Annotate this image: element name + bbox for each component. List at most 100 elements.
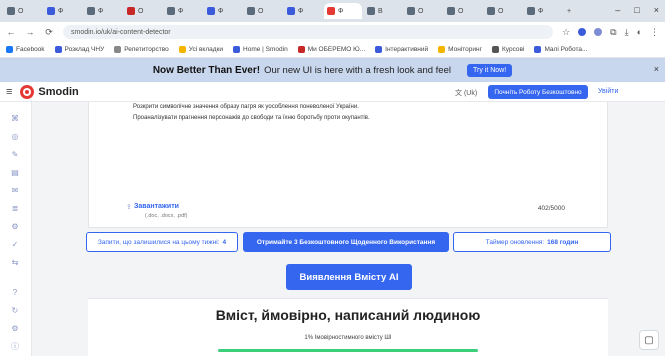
bookmark[interactable]: Facebook: [6, 46, 45, 53]
browser-tab-strip: О Ф Ф О Ф Ф О Ф Ф В О О О Ф +: [0, 0, 665, 22]
free-daily-uses-button[interactable]: Отримайте 3 Безкоштовного Щоденного Вико…: [243, 232, 449, 252]
bookmark-icon: [54, 46, 62, 53]
tab-favicon-icon: [87, 7, 95, 15]
tab-favicon-icon: [47, 7, 55, 15]
extension-icon[interactable]: [594, 28, 603, 36]
tab-favicon-icon: [487, 7, 495, 15]
hamburger-menu-icon[interactable]: ≡: [6, 86, 12, 98]
smodin-logo-icon[interactable]: [20, 84, 35, 99]
settings-tool-icon[interactable]: ⚙: [10, 324, 20, 334]
bookmark[interactable]: Курсові: [492, 46, 524, 53]
window-controls: – □ ×: [615, 5, 659, 15]
tab-favicon-icon: [367, 7, 375, 15]
browser-extensions: ☆ ⧉ ⤓ ◐ ⋮: [562, 27, 659, 38]
browser-tab[interactable]: Ф: [164, 3, 202, 19]
rewrite-tool-icon[interactable]: ⌘: [10, 114, 20, 124]
try-now-button[interactable]: Try it Now!: [467, 63, 513, 77]
writer-tool-icon[interactable]: ✎: [10, 150, 20, 160]
get-started-button[interactable]: Почніть Роботу Безкоштовно: [488, 85, 588, 99]
tab-favicon-icon: [7, 7, 15, 15]
browser-tab[interactable]: Ф: [204, 3, 242, 19]
new-tab-button[interactable]: +: [564, 3, 602, 19]
document-tool-icon[interactable]: ▤: [10, 168, 20, 178]
browser-tab[interactable]: В: [364, 3, 402, 19]
url-field[interactable]: smodin.io/uk/ai-content-detector: [63, 25, 554, 39]
result-title: Вміст, ймовірно, написаний людиною: [215, 307, 481, 323]
maximize-button[interactable]: □: [634, 5, 639, 15]
bookmark-icon: [178, 46, 186, 53]
reload-icon[interactable]: ⟳: [44, 27, 54, 38]
puzzle-icon[interactable]: ⧉: [610, 27, 616, 38]
tab-favicon-icon: [327, 7, 335, 15]
minimize-button[interactable]: –: [615, 5, 620, 15]
detect-ai-content-button[interactable]: Виявлення Вмісту AI: [286, 264, 412, 290]
bookmarks-bar: Facebook Розклад ЧНУ Репетиторство Усі в…: [0, 42, 665, 58]
grader-tool-icon[interactable]: ✓: [10, 240, 20, 250]
plagiarism-tool-icon[interactable]: ◎: [10, 132, 20, 142]
download-icon[interactable]: ⤓: [625, 27, 629, 38]
bookmark[interactable]: Репетиторство: [114, 46, 169, 53]
browser-tab[interactable]: О: [4, 3, 42, 19]
profile-icon[interactable]: ◐: [637, 27, 642, 37]
back-icon[interactable]: ←: [6, 27, 16, 37]
bookmark[interactable]: Моніторинг: [438, 46, 482, 53]
language-selector[interactable]: 文 (Uk): [455, 88, 477, 98]
banner-subtext: Our new UI is here with a fresh look and…: [264, 64, 451, 76]
ai-detector-tool-icon[interactable]: ⚙: [10, 222, 20, 232]
text-editor-panel[interactable]: Розкрити символічне значення образу пагр…: [88, 102, 608, 228]
browser-tab[interactable]: О: [404, 3, 442, 19]
bookmark-icon: [297, 46, 305, 53]
chat-tool-icon[interactable]: ✉: [10, 186, 20, 196]
history-tool-icon[interactable]: ↻: [10, 306, 20, 316]
login-link[interactable]: Увійти: [598, 88, 618, 95]
tab-favicon-icon: [247, 7, 255, 15]
browser-tab[interactable]: О: [124, 3, 162, 19]
browser-tab[interactable]: Ф: [84, 3, 122, 19]
translator-tool-icon[interactable]: ⇆: [10, 258, 20, 268]
star-icon[interactable]: ☆: [562, 27, 570, 38]
browser-tab[interactable]: Ф: [44, 3, 82, 19]
bookmark-icon: [438, 46, 446, 53]
help-tool-icon[interactable]: ?: [10, 288, 20, 298]
refresh-timer-box[interactable]: Таймер оновлення: 168 годин: [453, 232, 611, 252]
bookmark[interactable]: Розклад ЧНУ: [54, 46, 104, 53]
bookmark[interactable]: Усі вкладки: [178, 46, 223, 53]
character-counter: 402/5000: [537, 205, 565, 212]
forward-icon[interactable]: →: [25, 27, 35, 37]
tab-favicon-icon: [407, 7, 415, 15]
tab-favicon-icon: [127, 7, 135, 15]
tab-favicon-icon: [207, 7, 215, 15]
tab-favicon-icon: [527, 7, 535, 15]
browser-tab[interactable]: О: [444, 3, 482, 19]
browser-tab[interactable]: Ф: [284, 3, 322, 19]
brand-name[interactable]: Smodin: [38, 86, 78, 98]
upload-icon[interactable]: ⇪: [126, 203, 132, 211]
bookmark-icon: [492, 46, 500, 53]
facebook-icon: [6, 46, 13, 53]
promo-banner: Now Better Than Ever! Our new UI is here…: [0, 58, 665, 82]
bookmark[interactable]: Home | Smodin: [233, 46, 288, 53]
banner-close-icon[interactable]: ×: [654, 64, 659, 74]
info-tool-icon[interactable]: ⓘ: [10, 342, 20, 352]
bookmark[interactable]: Ми ОБЕРЕМО Ю...: [297, 46, 365, 53]
browser-tab-active[interactable]: Ф: [324, 3, 362, 19]
chat-widget-icon[interactable]: ▢: [639, 330, 659, 350]
bookmark-icon: [375, 46, 383, 53]
tab-favicon-icon: [447, 7, 455, 15]
upload-button[interactable]: Завантажити: [134, 203, 179, 210]
banner-headline: Now Better Than Ever!: [152, 64, 261, 76]
browser-tab[interactable]: Ф: [524, 3, 562, 19]
menu-kebab-icon[interactable]: ⋮: [650, 27, 659, 38]
url-text: smodin.io/uk/ai-content-detector: [71, 28, 171, 36]
extension-icon[interactable]: [578, 28, 587, 36]
remaining-requests-box[interactable]: Запити, що залишилися на цьому тижні: 4: [86, 232, 238, 252]
close-window-button[interactable]: ×: [654, 5, 659, 15]
bookmark[interactable]: Малі Робота...: [534, 46, 587, 53]
browser-tab[interactable]: О: [484, 3, 522, 19]
bookmark[interactable]: Інтерактивний: [375, 46, 428, 53]
bookmark-icon: [534, 46, 542, 53]
browser-tab[interactable]: О: [244, 3, 282, 19]
summarizer-tool-icon[interactable]: ≣: [10, 204, 20, 214]
bookmark-icon: [233, 46, 241, 53]
editor-text[interactable]: Розкрити символічне значення образу пагр…: [133, 102, 370, 124]
